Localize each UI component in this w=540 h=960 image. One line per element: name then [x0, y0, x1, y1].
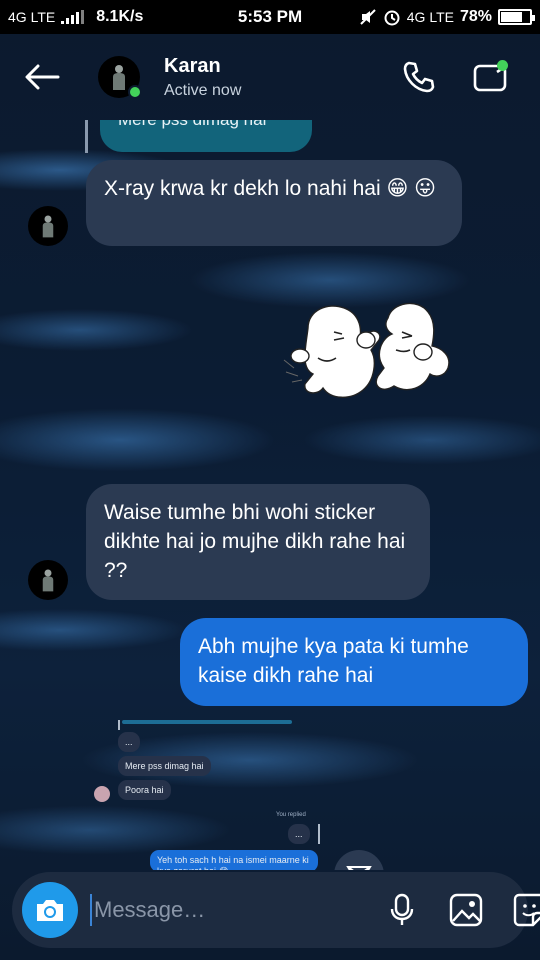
alarm-icon [384, 10, 400, 26]
phone-icon [403, 61, 435, 93]
screenshot-reply-line [118, 720, 120, 730]
avatar-figure-icon [113, 65, 125, 90]
gallery-icon [449, 893, 483, 927]
back-arrow-icon [25, 64, 60, 90]
message-text: X-ray krwa kr dekh lo nahi hai 😁 😛 [104, 177, 437, 200]
online-indicator [128, 85, 142, 99]
mute-icon [360, 9, 376, 25]
scroll-down-button[interactable] [334, 850, 384, 870]
network-type-right: 4G LTE [406, 9, 454, 25]
send-arrow-icon [346, 866, 372, 870]
screenshot-message: Poora hai [118, 780, 171, 800]
screenshot-avatar [94, 786, 110, 802]
sticker-icon [513, 893, 540, 927]
message-text: Waise tumhe bhi wohi sticker dikhte hai … [104, 501, 406, 582]
outgoing-message[interactable]: Abh mujhe kya pata ki tumhe kaise dikh r… [180, 618, 528, 706]
composer-actions [382, 890, 540, 930]
signal-icon [61, 10, 85, 24]
voice-message-button[interactable] [382, 890, 422, 930]
screenshot-you-replied: You replied [276, 812, 306, 818]
network-type-left: 4G LTE [8, 9, 56, 25]
screenshot-ellipsis: ... [288, 824, 310, 844]
status-bar: 4G LTE 8.1K/s 5:53 PM 4G LTE 78% [0, 0, 540, 34]
reply-indicator-line [85, 120, 88, 153]
replied-message-preview[interactable]: Mere pss dimag hai [100, 120, 312, 152]
status-right: 4G LTE 78% [359, 8, 535, 26]
status-left: 4G LTE 8.1K/s [8, 8, 208, 26]
battery-icon [498, 9, 535, 25]
video-call-button[interactable] [472, 58, 510, 96]
incoming-message[interactable]: Waise tumhe bhi wohi sticker dikhte hai … [86, 484, 430, 600]
avatar-figure-icon [42, 215, 54, 238]
message-composer [12, 872, 540, 948]
sticker-button[interactable] [510, 890, 540, 930]
screenshot-top-bar [122, 720, 292, 724]
screenshot-ellipsis: ... [118, 732, 140, 752]
boxing-blobs-sticker[interactable] [278, 298, 478, 438]
message-input[interactable] [90, 894, 382, 926]
sender-avatar[interactable] [28, 560, 68, 600]
sender-avatar[interactable] [28, 206, 68, 246]
microphone-icon [390, 893, 414, 925]
network-speed: 8.1K/s [96, 8, 144, 25]
shared-screenshot[interactable]: ... Mere pss dimag hai Poora hai You rep… [80, 720, 340, 870]
gallery-button[interactable] [446, 890, 486, 930]
camera-button[interactable] [22, 882, 78, 938]
replied-message-text: Mere pss dimag hai [118, 120, 266, 130]
screenshot-reply-line [318, 824, 320, 844]
incoming-message[interactable]: X-ray krwa kr dekh lo nahi hai 😁 😛 [86, 160, 462, 246]
back-button[interactable] [20, 55, 64, 99]
screenshot-outgoing-message: Yeh toh sach h hai na ismei maarne ki ky… [150, 850, 318, 870]
voice-call-button[interactable] [400, 58, 438, 96]
contact-info[interactable]: Karan Active now [164, 55, 241, 100]
camera-icon [37, 900, 63, 921]
contact-name: Karan [164, 54, 221, 77]
video-active-dot [497, 60, 508, 71]
contact-status: Active now [164, 81, 242, 99]
contact-avatar[interactable] [98, 56, 142, 99]
chat-header: Karan Active now [0, 34, 540, 120]
screenshot-message: Mere pss dimag hai [118, 756, 211, 776]
header-actions [400, 58, 520, 96]
message-text: Abh mujhe kya pata ki tumhe kaise dikh r… [198, 635, 469, 687]
message-thread[interactable]: Mere pss dimag hai X-ray krwa kr dekh lo… [0, 120, 540, 870]
battery-percent: 78% [459, 8, 492, 25]
avatar-figure-icon [42, 569, 54, 592]
